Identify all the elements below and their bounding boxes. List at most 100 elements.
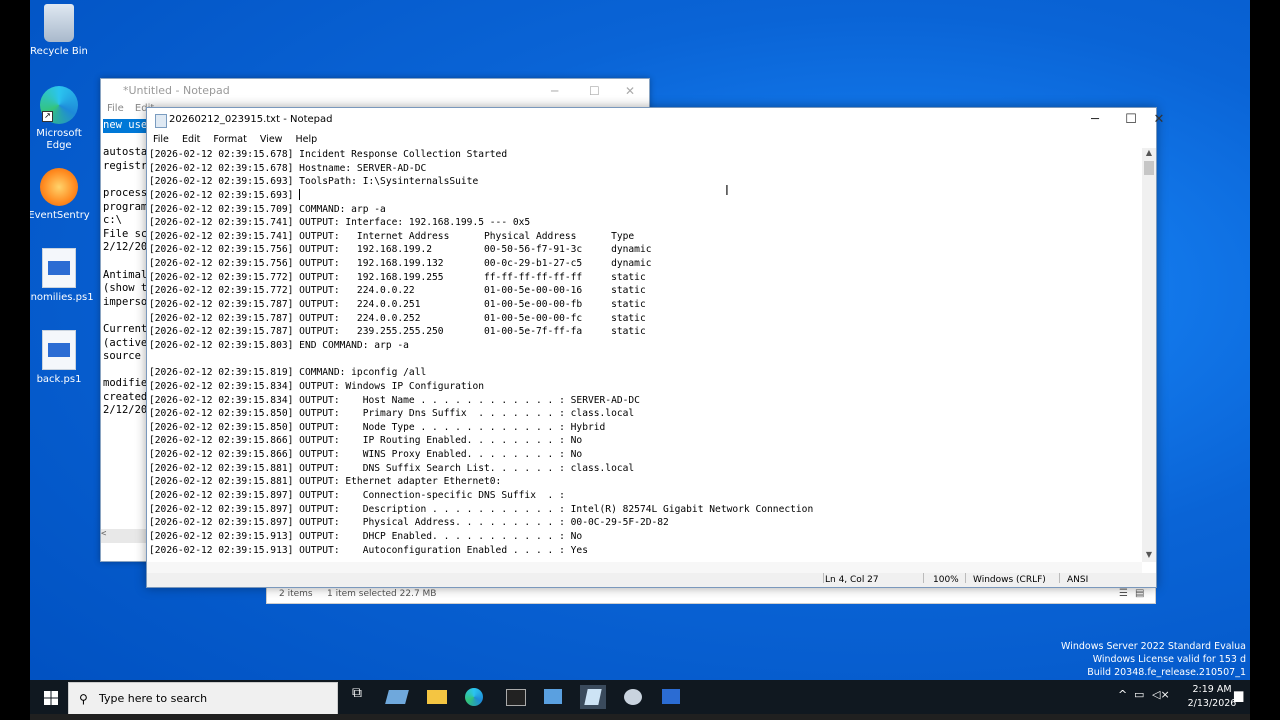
log-line: [2026-02-12 02:39:15.787] OUTPUT: 224.0.… — [149, 298, 1141, 312]
window-title: *Untitled - Notepad — [123, 84, 230, 97]
maximize-button[interactable]: ☐ — [1113, 108, 1149, 132]
server-manager-icon[interactable] — [384, 685, 410, 709]
text-area[interactable]: [2026-02-12 02:39:15.678] Incident Respo… — [149, 148, 1141, 562]
minimize-button[interactable]: ─ — [1077, 108, 1113, 132]
scroll-thumb[interactable] — [1144, 161, 1154, 175]
log-line: [2026-02-12 02:39:15.897] OUTPUT: Descri… — [149, 503, 1141, 517]
text-line — [103, 364, 147, 378]
bottom-strip — [30, 714, 1250, 720]
desktop-icon-recycle-bin[interactable]: Recycle Bin — [30, 4, 94, 58]
log-line: [2026-02-12 02:39:15.819] COMMAND: ipcon… — [149, 366, 1141, 380]
menu-bar: File Edit Format View Help — [147, 132, 1156, 148]
text-caret — [299, 188, 301, 200]
menu-file[interactable]: File — [107, 103, 124, 114]
file-explorer-icon[interactable] — [424, 685, 450, 709]
log-line: [2026-02-12 02:39:15.850] OUTPUT: Node T… — [149, 421, 1141, 435]
log-line-text: [2026-02-12 02:39:15.787] OUTPUT: 224.0.… — [149, 312, 646, 324]
scroll-up-icon[interactable]: ▲ — [1142, 148, 1156, 160]
text-line: registr — [103, 159, 148, 172]
menu-file[interactable]: File — [153, 134, 169, 145]
title-bar[interactable]: 20260212_023915.txt - Notepad ─ ☐ ✕ — [147, 108, 1164, 132]
clock[interactable]: 2:19 AM 2/13/2026 — [1184, 684, 1240, 709]
text-line: process — [103, 186, 148, 199]
log-line-text: [2026-02-12 02:39:15.881] OUTPUT: DNS Su… — [149, 462, 635, 474]
text-line: modifie — [103, 377, 148, 390]
minimize-button[interactable]: ─ — [551, 79, 558, 103]
log-line-text: [2026-02-12 02:39:15.709] COMMAND: arp -… — [149, 203, 386, 215]
close-button[interactable]: ✕ — [1149, 108, 1169, 132]
volume-muted-icon[interactable]: ◁× — [1152, 688, 1170, 701]
maximize-button[interactable]: ☐ — [589, 79, 600, 103]
menu-view[interactable]: View — [260, 134, 283, 145]
log-line: [2026-02-12 02:39:15.850] OUTPUT: Primar… — [149, 407, 1141, 421]
log-line: [2026-02-12 02:39:15.709] COMMAND: arp -… — [149, 203, 1141, 217]
log-line-text: [2026-02-12 02:39:15.850] OUTPUT: Node T… — [149, 421, 606, 433]
text-line: Current — [103, 322, 148, 335]
close-button[interactable]: ✕ — [625, 79, 635, 103]
desktop-icon-eventsentry[interactable]: EventSentry — [30, 168, 94, 222]
notepad-window-log[interactable]: 20260212_023915.txt - Notepad ─ ☐ ✕ File… — [146, 107, 1164, 588]
desktop-icon-label: back.ps1 — [36, 374, 82, 385]
eventsentry-taskbar-icon[interactable] — [620, 685, 646, 709]
text-line: File sc — [103, 227, 148, 240]
right-black-border — [1250, 0, 1280, 720]
taskbar-search-box[interactable]: ⚲ Type here to search — [68, 682, 338, 716]
log-line-text: [2026-02-12 02:39:15.772] OUTPUT: 192.16… — [149, 271, 646, 283]
log-line-text: [2026-02-12 02:39:15.741] OUTPUT: Intern… — [149, 230, 635, 242]
horizontal-scrollbar[interactable]: < — [101, 529, 147, 543]
windows-watermark: Windows Server 2022 Standard Evalua Wind… — [1061, 640, 1246, 679]
network-icon[interactable]: ▭ — [1134, 688, 1144, 701]
taskbar: ⚲ Type here to search ⧉ ^ ▭ ◁× 2:19 AM 2… — [30, 680, 1250, 716]
log-line-text: [2026-02-12 02:39:15.897] OUTPUT: Physic… — [149, 517, 669, 529]
text-line: c:\ — [103, 214, 122, 227]
log-line-text: [2026-02-12 02:39:15.787] OUTPUT: 224.0.… — [149, 299, 646, 311]
log-line-text: [2026-02-12 02:39:15.741] OUTPUT: Interf… — [149, 217, 531, 229]
log-line-text: [2026-02-12 02:39:15.803] END COMMAND: a… — [149, 339, 409, 351]
powershell-script-icon — [42, 248, 76, 288]
horizontal-scrollbar[interactable] — [147, 562, 1142, 573]
desktop-icon-back-ps1[interactable]: back.ps1 — [30, 330, 94, 386]
log-line: [2026-02-12 02:39:15.803] END COMMAND: a… — [149, 339, 1141, 353]
log-line: [2026-02-12 02:39:15.881] OUTPUT: DNS Su… — [149, 462, 1141, 476]
tray-chevron-icon[interactable]: ^ — [1118, 688, 1127, 701]
text-line — [103, 309, 147, 323]
log-line: [2026-02-12 02:39:15.678] Hostname: SERV… — [149, 162, 1141, 176]
menu-edit[interactable]: Edit — [182, 134, 200, 145]
notepad-taskbar-icon[interactable] — [580, 685, 606, 709]
control-panel-icon[interactable] — [540, 685, 566, 709]
vertical-scrollbar[interactable]: ▲ ▼ — [1142, 148, 1156, 562]
log-line-text: [2026-02-12 02:39:15.693] — [149, 189, 300, 201]
desktop: Recycle Bin ↗ Microsoft Edge EventSentry… — [30, 0, 1250, 720]
text-cursor-icon: I — [725, 184, 729, 199]
text-line — [103, 255, 147, 269]
task-view-icon[interactable]: ⧉ — [344, 685, 370, 709]
log-line: [2026-02-12 02:39:15.866] OUTPUT: IP Rou… — [149, 434, 1141, 448]
status-bar: Ln 4, Col 27 100% Windows (CRLF) ANSI — [147, 573, 1156, 587]
desktop-icon-anomilies-ps1[interactable]: anomilies.ps1 — [30, 248, 94, 304]
cursor-position: Ln 4, Col 27 — [825, 575, 879, 585]
text-area[interactable]: new use autosta registr process program c:\ Fi… — [103, 119, 148, 418]
log-line-text: [2026-02-12 02:39:15.756] OUTPUT: 192.16… — [149, 258, 652, 270]
scroll-down-icon[interactable]: ▼ — [1142, 550, 1156, 562]
log-line: [2026-02-12 02:39:15.787] OUTPUT: 224.0.… — [149, 312, 1141, 326]
notepad-icon — [155, 114, 167, 128]
log-line: [2026-02-12 02:39:15.834] OUTPUT: Window… — [149, 380, 1141, 394]
menu-help[interactable]: Help — [295, 134, 317, 145]
powershell-taskbar-icon[interactable] — [658, 685, 684, 709]
title-bar[interactable]: *Untitled - Notepad ─ ☐ ✕ — [101, 79, 649, 103]
edge-taskbar-icon[interactable] — [462, 685, 488, 709]
log-line-text: [2026-02-12 02:39:15.850] OUTPUT: Primar… — [149, 408, 635, 420]
start-button[interactable] — [36, 680, 66, 714]
log-line: [2026-02-12 02:39:15.693] ToolsPath: I:\… — [149, 175, 1141, 189]
text-line: imperso — [103, 295, 148, 308]
text-line: 2/12/20 — [103, 241, 148, 254]
log-line-text: [2026-02-12 02:39:15.834] OUTPUT: Host N… — [149, 394, 640, 406]
notifications-icon[interactable]: ▆ — [1234, 688, 1243, 702]
desktop-icon-edge[interactable]: ↗ Microsoft Edge — [30, 86, 94, 152]
text-line — [103, 173, 147, 187]
menu-format[interactable]: Format — [213, 134, 246, 145]
log-line: [2026-02-12 02:39:15.756] OUTPUT: 192.16… — [149, 243, 1141, 257]
command-prompt-icon[interactable] — [502, 685, 528, 709]
recycle-bin-icon — [44, 4, 74, 42]
